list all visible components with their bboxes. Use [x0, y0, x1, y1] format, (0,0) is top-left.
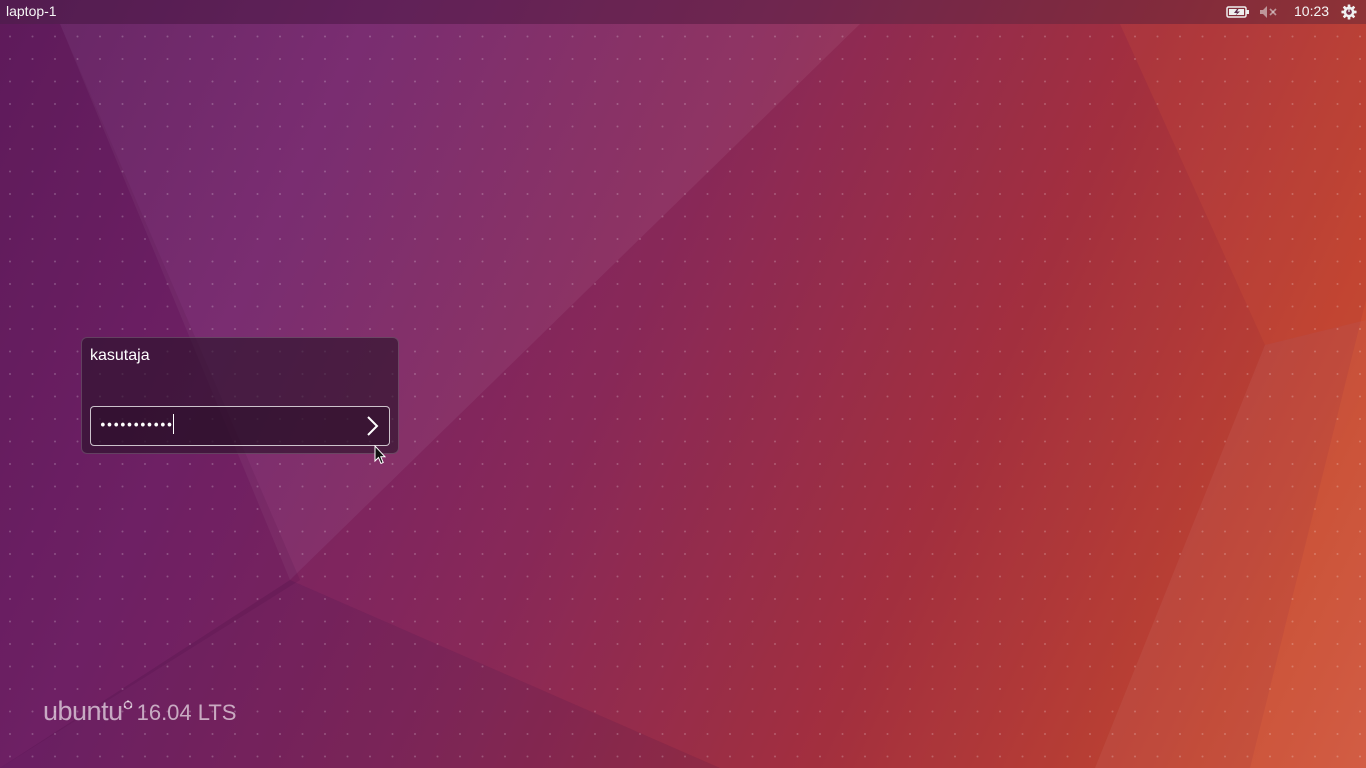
- battery-charging-icon[interactable]: [1226, 4, 1250, 20]
- mouse-pointer-icon: [374, 445, 386, 465]
- chevron-right-icon: [367, 416, 379, 436]
- login-box: kasutaja •••••••••••: [81, 337, 399, 454]
- password-input[interactable]: •••••••••••: [90, 406, 390, 446]
- login-screen: laptop-1 10:23 kasutaja ••••••••••• ubun…: [0, 0, 1366, 768]
- sound-muted-icon[interactable]: [1258, 4, 1280, 20]
- hostname-label: laptop-1: [6, 3, 57, 19]
- circle-of-friends-icon: [123, 700, 132, 710]
- top-panel: laptop-1 10:23: [0, 0, 1366, 24]
- login-submit-button[interactable]: [359, 411, 387, 441]
- clock[interactable]: 10:23: [1294, 3, 1329, 19]
- text-caret: [173, 414, 175, 434]
- password-mask: •••••••••••: [99, 414, 175, 436]
- username-label[interactable]: kasutaja: [90, 347, 150, 365]
- os-brand-text: ubuntu: [43, 696, 123, 726]
- os-logo: ubuntu 16.04 LTS: [43, 696, 236, 727]
- os-version-label: 16.04 LTS: [136, 700, 237, 725]
- session-gear-icon[interactable]: [1340, 4, 1358, 20]
